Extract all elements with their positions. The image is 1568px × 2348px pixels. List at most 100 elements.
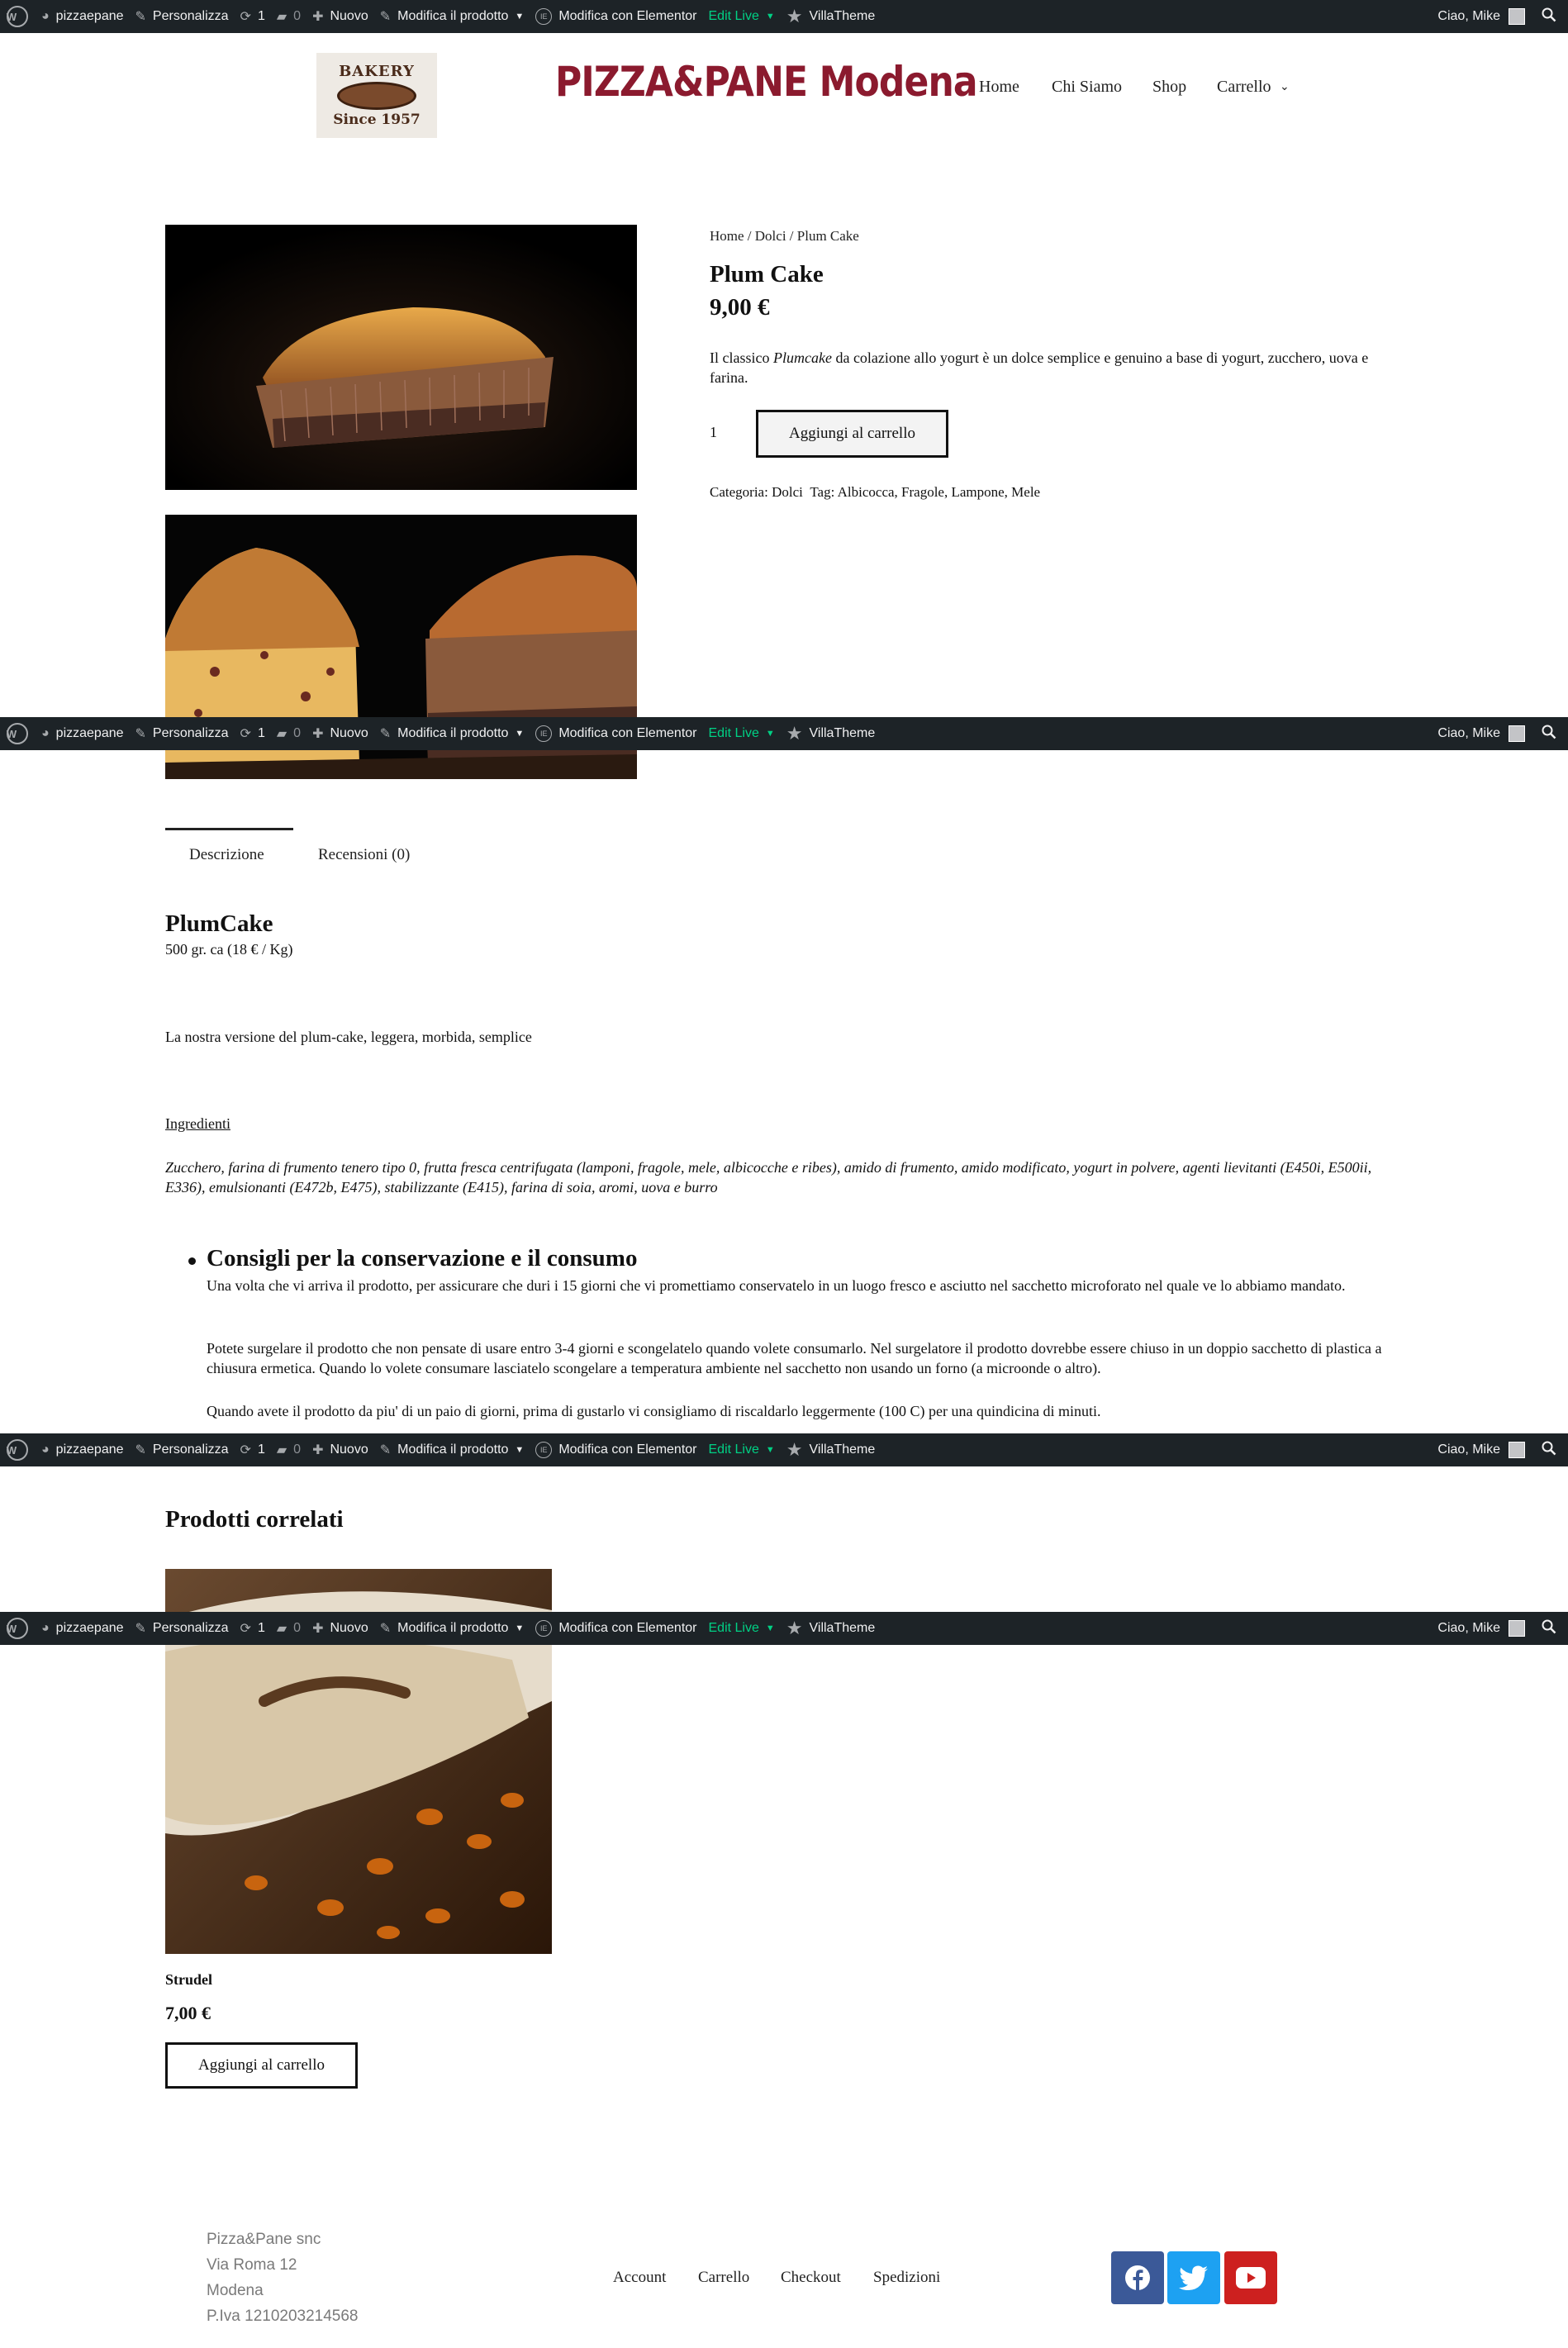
tag-links[interactable]: Albicocca, Fragole, Lampone, Mele [838, 484, 1040, 500]
admin-villatheme[interactable]: ★ VillaTheme [786, 0, 886, 33]
site-title[interactable]: PIZZA&PANE Modena [555, 58, 978, 106]
product-meta: Categoria: Dolci Tag: Albicocca, Fragole… [710, 484, 1041, 500]
ingredients-label: Ingredienti [165, 1115, 230, 1132]
comment-icon: ▰ [276, 1443, 287, 1457]
plus-icon: ✚ [312, 1443, 324, 1457]
add-to-cart-button[interactable]: Aggiungi al carrello [756, 410, 948, 458]
caret-down-icon: ▼ [515, 12, 525, 21]
admin-comments[interactable]: ▰ 0 [277, 1612, 312, 1645]
admin-edit-product[interactable]: ✎ Modifica il prodotto ▼ [380, 717, 536, 750]
admin-comments[interactable]: ▰ 0 [277, 1433, 312, 1466]
search-icon[interactable] [1542, 725, 1556, 744]
nav-chi-siamo[interactable]: Chi Siamo [1052, 78, 1122, 97]
admin-updates[interactable]: ⟳ 1 [240, 1433, 277, 1466]
admin-customize[interactable]: ✎ Personalizza [135, 0, 240, 33]
admin-elementor[interactable]: IE Modifica con Elementor [535, 717, 708, 750]
admin-customize[interactable]: ✎ Personalizza [135, 717, 240, 750]
admin-new[interactable]: ✚ Nuovo [312, 1433, 380, 1466]
admin-edit-product[interactable]: ✎ Modifica il prodotto ▼ [380, 1612, 536, 1645]
admin-site-name[interactable]: ◕ pizzaepane [41, 1433, 135, 1466]
logo-text-top: BAKERY [339, 63, 415, 80]
footer-link-account[interactable]: Account [613, 2269, 666, 2287]
conservation-paragraph-2: Potete surgelare il prodotto che non pen… [207, 1340, 1382, 1376]
admin-edit-product[interactable]: ✎ Modifica il prodotto ▼ [380, 1433, 536, 1466]
admin-new[interactable]: ✚ Nuovo [312, 0, 380, 33]
admin-account[interactable]: Ciao, Mike [1437, 717, 1525, 750]
nav-shop[interactable]: Shop [1152, 78, 1186, 97]
search-icon[interactable] [1542, 1619, 1556, 1638]
category-link[interactable]: Dolci [772, 484, 803, 500]
bread-icon [337, 82, 416, 110]
caret-down-icon: ▼ [765, 1445, 775, 1455]
quantity-input[interactable]: 1 [710, 424, 717, 441]
twitter-icon[interactable] [1167, 2251, 1220, 2304]
admin-account[interactable]: Ciao, Mike [1437, 1612, 1525, 1645]
pencil-icon: ✎ [379, 10, 392, 24]
admin-customize[interactable]: ✎ Personalizza [135, 1433, 240, 1466]
nav-home[interactable]: Home [979, 78, 1019, 97]
admin-site-name[interactable]: ◕ pizzaepane [41, 0, 135, 33]
admin-edit-product[interactable]: ✎ Modifica il prodotto ▼ [380, 0, 536, 33]
plus-icon: ✚ [312, 10, 324, 24]
nav-carrello[interactable]: Carrello [1217, 78, 1271, 97]
caret-down-icon: ▼ [515, 1623, 525, 1633]
facebook-icon[interactable] [1111, 2251, 1164, 2304]
chevron-down-icon[interactable]: ⌄ [1280, 80, 1290, 94]
admin-site-name[interactable]: ◕ pizzaepane [41, 1612, 135, 1645]
footer-link-spedizioni[interactable]: Spedizioni [873, 2269, 940, 2287]
admin-edit-live[interactable]: Edit Live ▼ [709, 717, 786, 750]
comment-icon: ▰ [276, 727, 287, 741]
admin-edit-live[interactable]: Edit Live ▼ [709, 1612, 786, 1645]
pencil-icon: ✎ [379, 1622, 392, 1636]
admin-account[interactable]: Ciao, Mike [1437, 0, 1525, 33]
tab-reviews[interactable]: Recensioni (0) [318, 846, 410, 864]
elementor-icon: IE [535, 8, 553, 25]
admin-edit-live[interactable]: Edit Live ▼ [709, 0, 786, 33]
admin-new[interactable]: ✚ Nuovo [312, 717, 380, 750]
plus-icon: ✚ [312, 727, 324, 741]
admin-new[interactable]: ✚ Nuovo [312, 1612, 380, 1645]
admin-customize[interactable]: ✎ Personalizza [135, 1612, 240, 1645]
admin-updates[interactable]: ⟳ 1 [240, 717, 277, 750]
footer-link-carrello[interactable]: Carrello [698, 2269, 749, 2287]
admin-edit-live[interactable]: Edit Live ▼ [709, 1433, 786, 1466]
footer-link-checkout[interactable]: Checkout [781, 2269, 841, 2287]
caret-down-icon: ▼ [765, 729, 775, 739]
search-icon[interactable] [1542, 1441, 1556, 1460]
admin-bar: W ◕ pizzaepane ✎ Personalizza ⟳ 1 ▰ 0 ✚ Nuovo… [0, 1433, 1568, 1466]
product-image-main[interactable] [165, 225, 637, 490]
admin-villatheme[interactable]: ★ VillaTheme [786, 1433, 886, 1466]
related-product-name[interactable]: Strudel [165, 1971, 212, 1989]
breadcrumb[interactable]: Home / Dolci / Plum Cake [710, 228, 859, 245]
site-logo[interactable]: BAKERY Since 1957 [316, 53, 437, 138]
wordpress-logo-icon[interactable]: W [7, 723, 28, 744]
admin-villatheme[interactable]: ★ VillaTheme [786, 1612, 886, 1645]
admin-site-name[interactable]: ◕ pizzaepane [41, 717, 135, 750]
caret-down-icon: ▼ [515, 729, 525, 739]
comment-icon: ▰ [276, 10, 287, 24]
admin-elementor[interactable]: IE Modifica con Elementor [535, 1433, 708, 1466]
wordpress-logo-icon[interactable]: W [7, 6, 28, 27]
product-weight: 500 gr. ca (18 € / Kg) [165, 941, 293, 958]
admin-elementor[interactable]: IE Modifica con Elementor [535, 0, 708, 33]
admin-elementor[interactable]: IE Modifica con Elementor [535, 1612, 708, 1645]
updates-icon: ⟳ [240, 1622, 251, 1636]
admin-bar: W ◕ pizzaepane ✎ Personalizza ⟳ 1 ▰ 0 ✚ Nuovo… [0, 717, 1568, 750]
youtube-icon[interactable] [1224, 2251, 1277, 2304]
related-add-to-cart-button[interactable]: Aggiungi al carrello [165, 2042, 358, 2089]
search-icon[interactable] [1542, 7, 1556, 26]
bullet-icon [188, 1257, 196, 1265]
admin-updates[interactable]: ⟳ 1 [240, 1612, 277, 1645]
wordpress-logo-icon[interactable]: W [7, 1439, 28, 1461]
wordpress-logo-icon[interactable]: W [7, 1618, 28, 1639]
footer-company: Pizza&Pane snc [207, 2231, 321, 2248]
admin-villatheme[interactable]: ★ VillaTheme [786, 717, 886, 750]
star-icon: ★ [786, 1618, 803, 1638]
logo-text-bottom: Since 1957 [333, 112, 421, 128]
admin-account[interactable]: Ciao, Mike [1437, 1433, 1525, 1466]
tab-description[interactable]: Descrizione [189, 846, 264, 864]
elementor-icon: IE [535, 725, 553, 742]
admin-comments[interactable]: ▰ 0 [277, 717, 312, 750]
admin-comments[interactable]: ▰ 0 [277, 0, 312, 33]
admin-updates[interactable]: ⟳ 1 [240, 0, 277, 33]
